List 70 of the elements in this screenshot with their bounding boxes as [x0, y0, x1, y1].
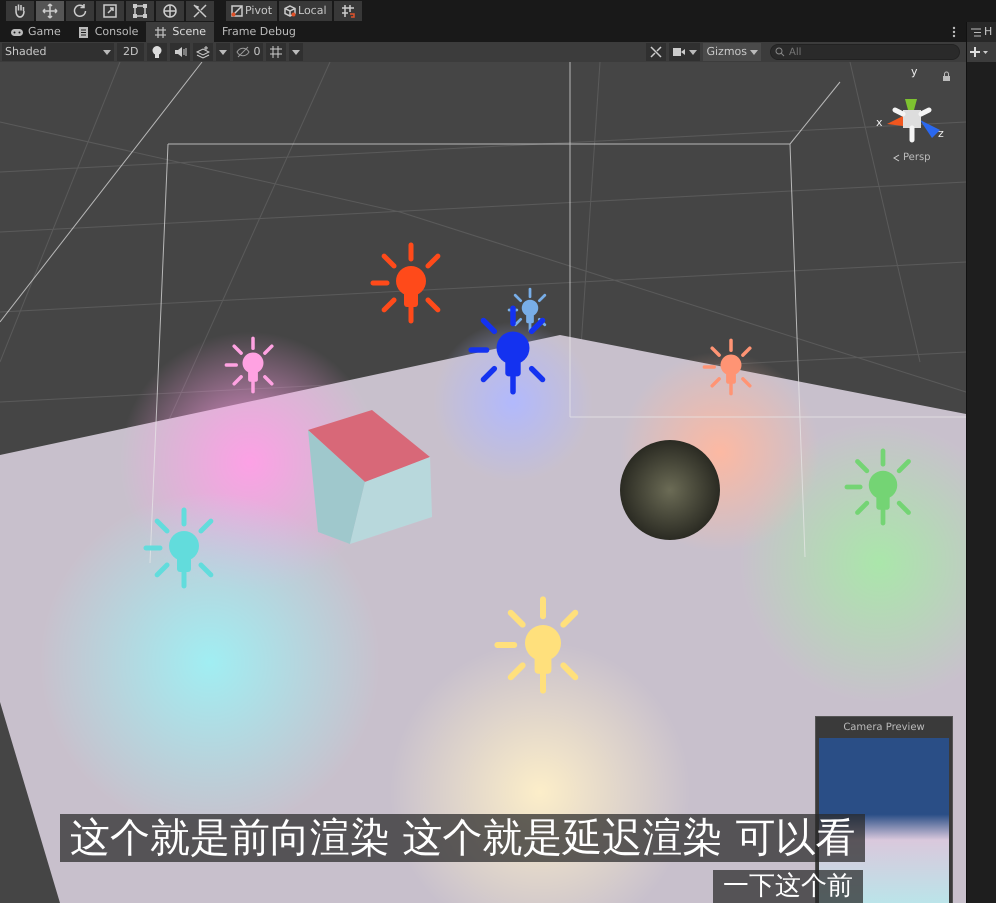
more-options-icon[interactable] [952, 26, 956, 38]
tab[interactable]: Game [2, 22, 69, 42]
tool-button[interactable] [126, 1, 154, 21]
cube-outline-icon [284, 5, 296, 17]
scale-icon [102, 3, 118, 19]
effects-dropdown[interactable] [216, 43, 230, 61]
tools-icon [649, 45, 664, 59]
effects-toggle[interactable] [193, 43, 214, 61]
pivot-button[interactable]: Pivot [226, 1, 278, 21]
list-icon [971, 28, 981, 36]
tool-button[interactable] [156, 1, 184, 21]
local-button[interactable]: Local [279, 1, 332, 21]
add-dropdown[interactable] [967, 42, 996, 62]
grid-icon [269, 45, 284, 59]
caret-icon [750, 50, 758, 54]
tool-button[interactable] [96, 1, 124, 21]
light-bulb-icon[interactable] [508, 288, 546, 332]
tools-icon [192, 3, 208, 19]
axis-label: y [911, 64, 918, 80]
shading-dropdown[interactable]: Shaded [2, 43, 114, 61]
projection-label[interactable]: Persp [903, 150, 930, 165]
pivot-icon [231, 5, 243, 17]
panel-title: Camera Preview [842, 721, 926, 735]
chevron-icon[interactable] [893, 154, 900, 162]
grid-snap-icon [340, 4, 355, 18]
tool-button[interactable] [66, 1, 94, 21]
tab[interactable]: Frame Debug [214, 22, 304, 42]
2d-toggle[interactable]: 2D [117, 43, 144, 61]
hierarchy-tab[interactable]: H [967, 22, 996, 42]
axis-gizmo-drawing[interactable] [887, 99, 940, 142]
layers-icon [196, 45, 210, 59]
axis-label: z [938, 126, 944, 142]
light-bulb-icon[interactable] [702, 338, 752, 396]
lighting-toggle[interactable] [147, 43, 168, 61]
axis-label: x [876, 115, 883, 131]
eye-crossed-icon [236, 46, 250, 58]
camera-icon [672, 45, 686, 59]
caret-icon [292, 50, 300, 54]
subtitle-text: 一下这个前 [713, 870, 863, 903]
tools-toggle[interactable] [646, 43, 666, 61]
caret-icon [219, 50, 228, 54]
grid-toggle[interactable] [266, 43, 286, 61]
subtitle-text: 这个就是前向渲染 这个就是延迟渲染 可以看 [60, 814, 866, 862]
tool-button[interactable] [186, 1, 214, 21]
move-arrows-icon [42, 3, 58, 19]
rotate-icon [72, 3, 88, 19]
light-bulb-icon[interactable] [370, 242, 440, 324]
light-bulb-icon[interactable] [468, 305, 546, 395]
hidden-objects-toggle[interactable]: 0 [233, 43, 264, 61]
light-bulb-icon [150, 45, 164, 59]
camera-dropdown[interactable] [669, 43, 700, 61]
document-icon [76, 26, 91, 38]
tab[interactable]: Scene [146, 22, 214, 42]
audio-toggle[interactable] [170, 43, 190, 61]
search-field[interactable]: All [770, 44, 960, 60]
grid-icon [154, 26, 168, 38]
tool-button[interactable] [36, 1, 64, 21]
gizmos-dropdown[interactable]: Gizmos [703, 43, 761, 61]
plus-icon [969, 46, 989, 58]
grid-dropdown[interactable] [289, 43, 304, 61]
speaker-icon [173, 45, 188, 59]
snap-button[interactable] [334, 1, 362, 21]
lock-icon[interactable] [943, 72, 950, 81]
caret-icon [103, 50, 111, 54]
tool-button[interactable] [6, 1, 34, 21]
caret-icon [689, 50, 698, 54]
light-bulb-icon[interactable] [224, 336, 274, 394]
transform-icon [162, 3, 178, 19]
rect-tool-icon [132, 3, 148, 19]
tab[interactable]: Console [68, 22, 146, 42]
